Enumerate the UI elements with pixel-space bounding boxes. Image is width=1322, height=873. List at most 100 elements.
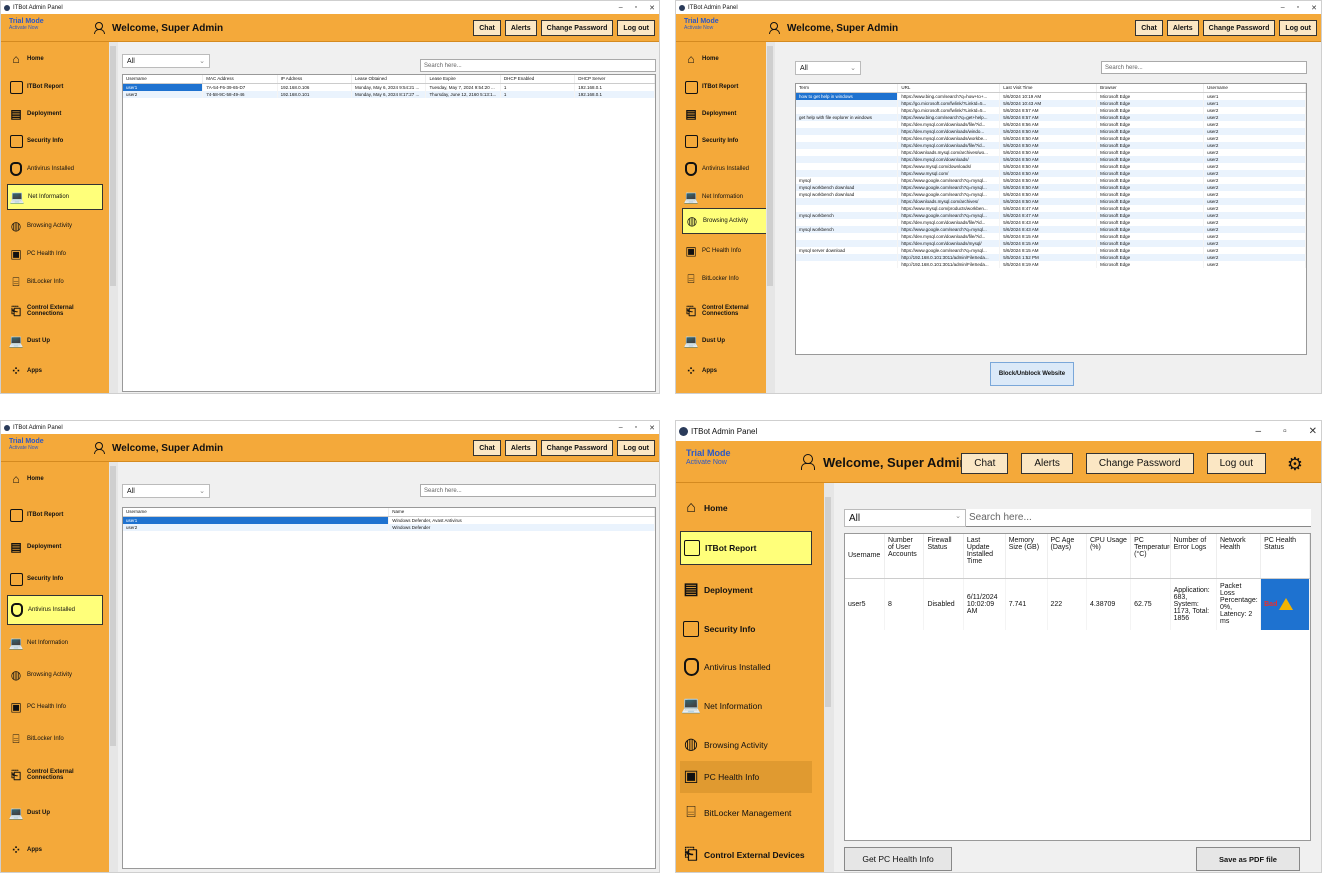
sidebar-item-pc-health[interactable]: ▣ PC Health Info — [680, 761, 812, 793]
sidebar-item-home[interactable]: ⌂ Home — [7, 466, 103, 492]
sidebar-scrollbar[interactable] — [766, 42, 775, 393]
table-row[interactable]: https://dev.mysql.com/downloads/windo...… — [796, 127, 1306, 135]
minimize-icon[interactable]: – — [1281, 4, 1285, 11]
column-header[interactable]: Username — [123, 75, 204, 84]
column-header[interactable]: Memory Size (GB) — [1005, 534, 1048, 579]
sidebar-item-antivirus[interactable]: Antivirus Installed — [680, 652, 812, 682]
get-pc-health-button[interactable]: Get PC Health Info — [844, 847, 952, 871]
sidebar-item-apps[interactable]: ⁘ Apps — [7, 837, 103, 863]
close-icon[interactable]: ✕ — [649, 424, 655, 432]
column-header[interactable]: URL — [897, 84, 1001, 93]
user-filter-dropdown[interactable]: All ⌄ — [122, 484, 210, 498]
sidebar-item-antivirus[interactable]: Antivirus Installed — [7, 595, 103, 625]
table-row[interactable]: https://downloads.mysql.com/archives/5/6… — [796, 197, 1306, 205]
sidebar-item-itbot-report[interactable]: ITBot Report — [682, 74, 762, 100]
table-row[interactable]: mysql workbench download https://www.goog… — [796, 190, 1306, 198]
table-row[interactable]: https://www.mysql.com/downloads/5/6/2024… — [796, 162, 1306, 170]
change-password-button[interactable]: Change Password — [1085, 453, 1194, 474]
chat-button[interactable]: Chat — [473, 20, 501, 36]
minimize-icon[interactable]: – — [619, 4, 623, 11]
column-header[interactable]: Name — [388, 508, 655, 517]
sidebar-item-bitlocker-management[interactable]: ⌸ BitLocker Management — [680, 798, 812, 828]
column-header[interactable]: PC Health Status — [1260, 534, 1310, 579]
sidebar-scrollbar[interactable] — [109, 462, 118, 872]
maximize-icon[interactable]: ▫ — [635, 4, 637, 11]
table-row[interactable]: https://dev.mysql.com/downloads/file/?id… — [796, 120, 1306, 128]
sidebar-item-control-external-devices[interactable]: ⎗ Control External Devices — [680, 840, 812, 870]
table-row[interactable]: https://go.microsoft.com/fwlink/?LinkId=… — [796, 106, 1306, 114]
sidebar-scrollbar[interactable] — [824, 483, 834, 872]
column-header[interactable]: PC Age (Days) — [1047, 534, 1087, 579]
minimize-icon[interactable]: – — [1256, 426, 1262, 437]
sidebar-item-antivirus[interactable]: Antivirus Installed — [7, 156, 103, 182]
table-row[interactable]: https://dev.mysql.com/downloads/5/6/2024… — [796, 155, 1306, 163]
sidebar-item-bitlocker[interactable]: ⌸ BitLocker Info — [7, 269, 103, 295]
sidebar-item-security-info[interactable]: Security Info — [680, 614, 812, 644]
user-filter-dropdown[interactable]: All ⌄ — [795, 61, 861, 75]
column-header[interactable]: CPU Usage (%) — [1086, 534, 1132, 579]
sidebar-item-browsing[interactable]: ◍ Browsing Activity — [7, 213, 103, 239]
sidebar-item-pc-health[interactable]: ▣ PC Health Info — [7, 694, 103, 720]
table-row[interactable]: https://dev.mysql.com/downloads/workbe..… — [796, 134, 1306, 142]
trial-mode-label[interactable]: Trial Mode Activate Now — [9, 438, 44, 452]
sidebar-scrollbar[interactable] — [109, 42, 118, 393]
user-filter-dropdown[interactable]: All ⌄ — [122, 54, 210, 68]
sidebar-item-control-external[interactable]: ⎗ Control External Connections — [682, 298, 762, 324]
column-header[interactable]: Username — [845, 534, 885, 579]
sidebar-item-browsing[interactable]: ◍ Browsing Activity — [680, 730, 812, 760]
sidebar-item-net-information[interactable]: 💻 Net Information — [7, 184, 103, 210]
sidebar-item-dust-up[interactable]: 💻 Dust Up — [7, 800, 103, 826]
table-row[interactable]: mysql workbench download https://www.goog… — [796, 183, 1306, 191]
sidebar-item-antivirus[interactable]: Antivirus Installed — [682, 156, 762, 182]
close-icon[interactable]: ✕ — [1309, 426, 1317, 437]
table-row[interactable]: https://dev.mysql.com/downloads/file/?id… — [796, 141, 1306, 149]
table-row[interactable]: mysql server download https://www.google.… — [796, 246, 1306, 254]
sidebar-item-deployment[interactable]: ▤ Deployment — [682, 101, 762, 127]
column-header[interactable]: Lease Obtained — [351, 75, 427, 84]
table-row[interactable]: http://192.168.0.101:3011/admin/FileSeda… — [796, 260, 1306, 268]
table-row[interactable]: mysql workbench https://www.google.com/se… — [796, 225, 1306, 233]
table-row[interactable]: https://go.microsoft.com/fwlink/?LinkId=… — [796, 99, 1306, 107]
close-icon[interactable]: ✕ — [1311, 4, 1317, 12]
logout-button[interactable]: Log out — [617, 20, 655, 36]
sidebar-item-deployment[interactable]: ▤ Deployment — [680, 575, 812, 605]
table-row[interactable]: user2 Windows Defender — [123, 523, 655, 531]
logout-button[interactable]: Log out — [1279, 20, 1317, 36]
sidebar-item-security-info[interactable]: Security Info — [7, 566, 103, 592]
table-row[interactable]: https://www.mysql.com/products/workben..… — [796, 204, 1306, 212]
sidebar-item-control-external[interactable]: ⎗ Control External Connections — [7, 762, 103, 788]
chat-button[interactable]: Chat — [473, 440, 501, 456]
table-row[interactable]: user5 8 Disabled 6/11/2024 10:02:09 AM 7… — [845, 578, 1310, 630]
activate-now-link[interactable]: Activate Now — [686, 458, 731, 467]
change-password-button[interactable]: Change Password — [1202, 20, 1276, 36]
sidebar-item-browsing[interactable]: ◍ Browsing Activity — [7, 662, 103, 688]
sidebar-item-control-external[interactable]: ⎗ Control External Connections — [7, 298, 103, 324]
table-row[interactable]: user2 74-58-9C-58-49-46 192.168.0.101 Mo… — [123, 90, 655, 98]
table-row[interactable]: user1 Windows Defender, Avast Antivirus — [123, 516, 655, 524]
column-header[interactable]: Last Update Installed Time — [963, 534, 1006, 579]
sidebar-item-home[interactable]: ⌂ Home — [680, 493, 812, 523]
sidebar-item-itbot-report[interactable]: ITBot Report — [7, 502, 103, 528]
sidebar-item-bitlocker[interactable]: ⌸ BitLocker Info — [7, 726, 103, 752]
column-header[interactable]: Lease Expire — [425, 75, 501, 84]
table-row[interactable]: mysql https://www.google.com/search?q=mys… — [796, 176, 1306, 184]
sidebar-item-home[interactable]: ⌂ Home — [682, 46, 762, 72]
table-row[interactable]: https://downloads.mysql.com/archives/wo.… — [796, 148, 1306, 156]
table-row[interactable]: https://www.mysql.com/5/6/2024 8:50 AM Mi… — [796, 169, 1306, 177]
sidebar-item-apps[interactable]: ⁘ Apps — [682, 358, 762, 384]
table-row[interactable]: https://dev.mysql.com/downloads/file/?id… — [796, 232, 1306, 240]
maximize-icon[interactable]: ▫ — [635, 424, 637, 431]
search-input[interactable]: Search here... — [1101, 61, 1307, 74]
trial-mode-label[interactable]: Trial Mode Activate Now — [686, 449, 731, 467]
column-header[interactable]: Number of Error Logs — [1170, 534, 1218, 579]
column-header[interactable]: Username — [1203, 84, 1306, 93]
column-header[interactable]: DHCP Enabled — [500, 75, 576, 84]
chat-button[interactable]: Chat — [1135, 20, 1163, 36]
alerts-button[interactable]: Alerts — [1021, 453, 1073, 474]
save-pdf-button[interactable]: Save as PDF file — [1196, 847, 1300, 871]
sidebar-item-dust-up[interactable]: 💻 Dust Up — [682, 328, 762, 354]
column-header[interactable]: Firewall Status — [923, 534, 964, 579]
table-row[interactable]: https://dev.mysql.com/downloads/mysql/5/… — [796, 239, 1306, 247]
sidebar-item-itbot-report[interactable]: ITBot Report — [7, 74, 103, 100]
table-row[interactable]: get help with file explorer in windows ht… — [796, 113, 1306, 121]
